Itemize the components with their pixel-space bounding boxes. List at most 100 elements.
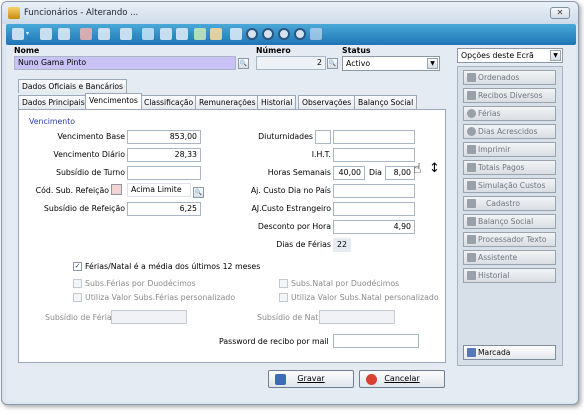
new-doc-icon[interactable] [40, 28, 52, 40]
close-button[interactable]: ✕ [550, 7, 570, 19]
sub-natal-field[interactable] [319, 310, 395, 324]
tab-dados-oficiais[interactable]: Dados Oficiais e Bancários [18, 79, 127, 93]
search-icon[interactable] [12, 28, 24, 40]
last-record-icon[interactable] [278, 28, 290, 40]
status-value: Activo [346, 59, 371, 68]
dia-label: Dia [369, 168, 382, 177]
horas-field[interactable]: 40,00 [333, 166, 365, 180]
diario-label: Vencimento Diário [53, 150, 125, 159]
tab-classificacao[interactable]: Classificação [140, 95, 198, 109]
marcada-icon [467, 348, 476, 357]
vencimentos-panel: Vencimento Vencimento Base 853,00 Vencim… [18, 109, 446, 363]
sidebar-item-label: Recibos Diversos [478, 91, 543, 100]
sidebar-item-balanco-social[interactable]: Balanço Social [463, 214, 556, 229]
next-record-icon[interactable] [262, 28, 274, 40]
chevron-down-icon[interactable]: ▼ [427, 58, 438, 69]
sub-ref-label: Subsídio de Refeição [43, 204, 125, 213]
turno-field[interactable] [127, 166, 201, 180]
sidebar-item-label: Dias Acrescidos [478, 127, 538, 136]
cut-icon[interactable] [80, 28, 92, 40]
print-icon[interactable] [160, 28, 172, 40]
cancelar-button[interactable]: Cancelar [359, 370, 445, 388]
sidebar-item-simulacao-custos[interactable]: Simulação Custos [463, 178, 556, 193]
diut-count-field[interactable] [315, 130, 331, 144]
sidebar-item-label: Ordenados [478, 73, 520, 82]
base-field[interactable]: 853,00 [127, 130, 201, 144]
subs-natal-duod-checkbox[interactable] [279, 279, 288, 288]
sidebar-item-ordenados[interactable]: Ordenados [463, 70, 556, 85]
subs-natal-duod-label: Subs.Natal por Duodécimos [291, 279, 400, 288]
ferias-media-checkbox[interactable]: ✓ [73, 262, 82, 271]
valor-natal-checkbox[interactable] [279, 293, 288, 302]
cadastro-icon [467, 199, 476, 208]
tab-balanco-social[interactable]: Balanço Social [354, 95, 418, 109]
status-select[interactable]: Activo ▼ [342, 56, 440, 71]
refresh-icon[interactable] [142, 28, 154, 40]
chevron-down-icon[interactable]: ▼ [550, 50, 561, 61]
tab-dados-principais[interactable]: Dados Principais [18, 95, 89, 109]
aj-estr-field[interactable] [333, 202, 415, 216]
first-record-icon[interactable] [230, 28, 242, 40]
cod-sub-field[interactable]: Acima Limite [127, 183, 191, 197]
sidebar-item-recibos-diversos[interactable]: Recibos Diversos [463, 88, 556, 103]
export-icon[interactable] [194, 28, 206, 40]
sub-ferias-field[interactable] [111, 310, 187, 324]
sidebar-item-historial[interactable]: Historial [463, 268, 556, 283]
name-lookup-icon[interactable]: 🔍 [238, 58, 249, 69]
base-label: Vencimento Base [57, 132, 125, 141]
tab-historial[interactable]: Historial [257, 95, 297, 109]
sidebar-item-totais-pagos[interactable]: Totais Pagos [463, 160, 556, 175]
iht-field[interactable] [333, 148, 415, 162]
password-label: Password de recibo por mail [219, 337, 329, 346]
password-field[interactable] [333, 334, 419, 348]
tab-vencimentos[interactable]: Vencimentos [85, 93, 142, 109]
dia-field[interactable]: 8,00 [385, 166, 415, 180]
assistente-icon [467, 253, 476, 262]
valor-ferias-checkbox[interactable] [73, 293, 82, 302]
options-select[interactable]: Opções deste Ecrã ▼ [457, 48, 563, 63]
sidebar-item-dias-acrescidos[interactable]: Dias Acrescidos [463, 124, 556, 139]
app-window: Funcionários - Alterando ... ✕ ▾ Nome Nu… [1, 1, 579, 405]
exit-icon[interactable] [294, 28, 306, 40]
attach-icon[interactable] [210, 28, 222, 40]
copy-doc-icon[interactable] [58, 28, 70, 40]
sidebar-item-processador-texto[interactable]: Processador Texto [463, 232, 556, 247]
aj-pais-field[interactable] [333, 184, 415, 198]
number-field[interactable]: 2 [256, 56, 326, 70]
diut-value-field[interactable] [333, 130, 415, 144]
print-icon [467, 145, 476, 154]
tab-remuneracoes[interactable]: Remunerações [195, 95, 260, 109]
ferias-icon [467, 109, 476, 118]
dias-acrescidos-icon [467, 127, 476, 136]
grid-icon[interactable] [111, 184, 122, 195]
form-content: Nome Nuno Gama Pinto 🔍 Número 2 🔍 Status… [6, 45, 576, 402]
subs-ferias-duod-checkbox[interactable] [73, 279, 82, 288]
diario-field[interactable]: 28,33 [127, 148, 201, 162]
dropdown-arrow-icon[interactable]: ▾ [26, 30, 32, 42]
marcada-label: Marcada [478, 348, 511, 357]
paste-icon[interactable] [98, 28, 110, 40]
table-icon[interactable] [120, 28, 132, 40]
name-field[interactable]: Nuno Gama Pinto [14, 56, 236, 70]
sub-ref-field[interactable]: 6,25 [127, 202, 201, 216]
turno-label: Subsídio de Turno [56, 168, 125, 177]
marcada-button[interactable]: Marcada [463, 345, 556, 360]
dias-ferias-field[interactable]: 22 [333, 238, 351, 252]
print-preview-icon[interactable] [176, 28, 188, 40]
toolbar: ▾ [6, 24, 576, 45]
window-title: Funcionários - Alterando ... [24, 8, 139, 18]
number-lookup-icon[interactable]: 🔍 [327, 58, 338, 69]
prev-record-icon[interactable] [246, 28, 258, 40]
sidebar-item-ferias[interactable]: Férias [463, 106, 556, 121]
sidebar-item-cadastro[interactable]: Cadastro [463, 196, 556, 211]
valor-ferias-label: Utiliza Valor Subs.Férias personalizado [85, 293, 236, 302]
desc-hora-field[interactable]: 4,90 [333, 220, 415, 234]
help-icon[interactable] [310, 28, 322, 40]
tab-observacoes[interactable]: Observações [298, 95, 356, 109]
sidebar-item-imprimir[interactable]: Imprimir [463, 142, 556, 157]
sidebar-item-label: Assistente [478, 253, 518, 262]
name-label: Nome [14, 46, 40, 55]
sidebar-item-assistente[interactable]: Assistente [463, 250, 556, 265]
cod-sub-lookup-icon[interactable]: 🔍 [193, 187, 204, 198]
gravar-button[interactable]: Gravar [268, 370, 354, 388]
